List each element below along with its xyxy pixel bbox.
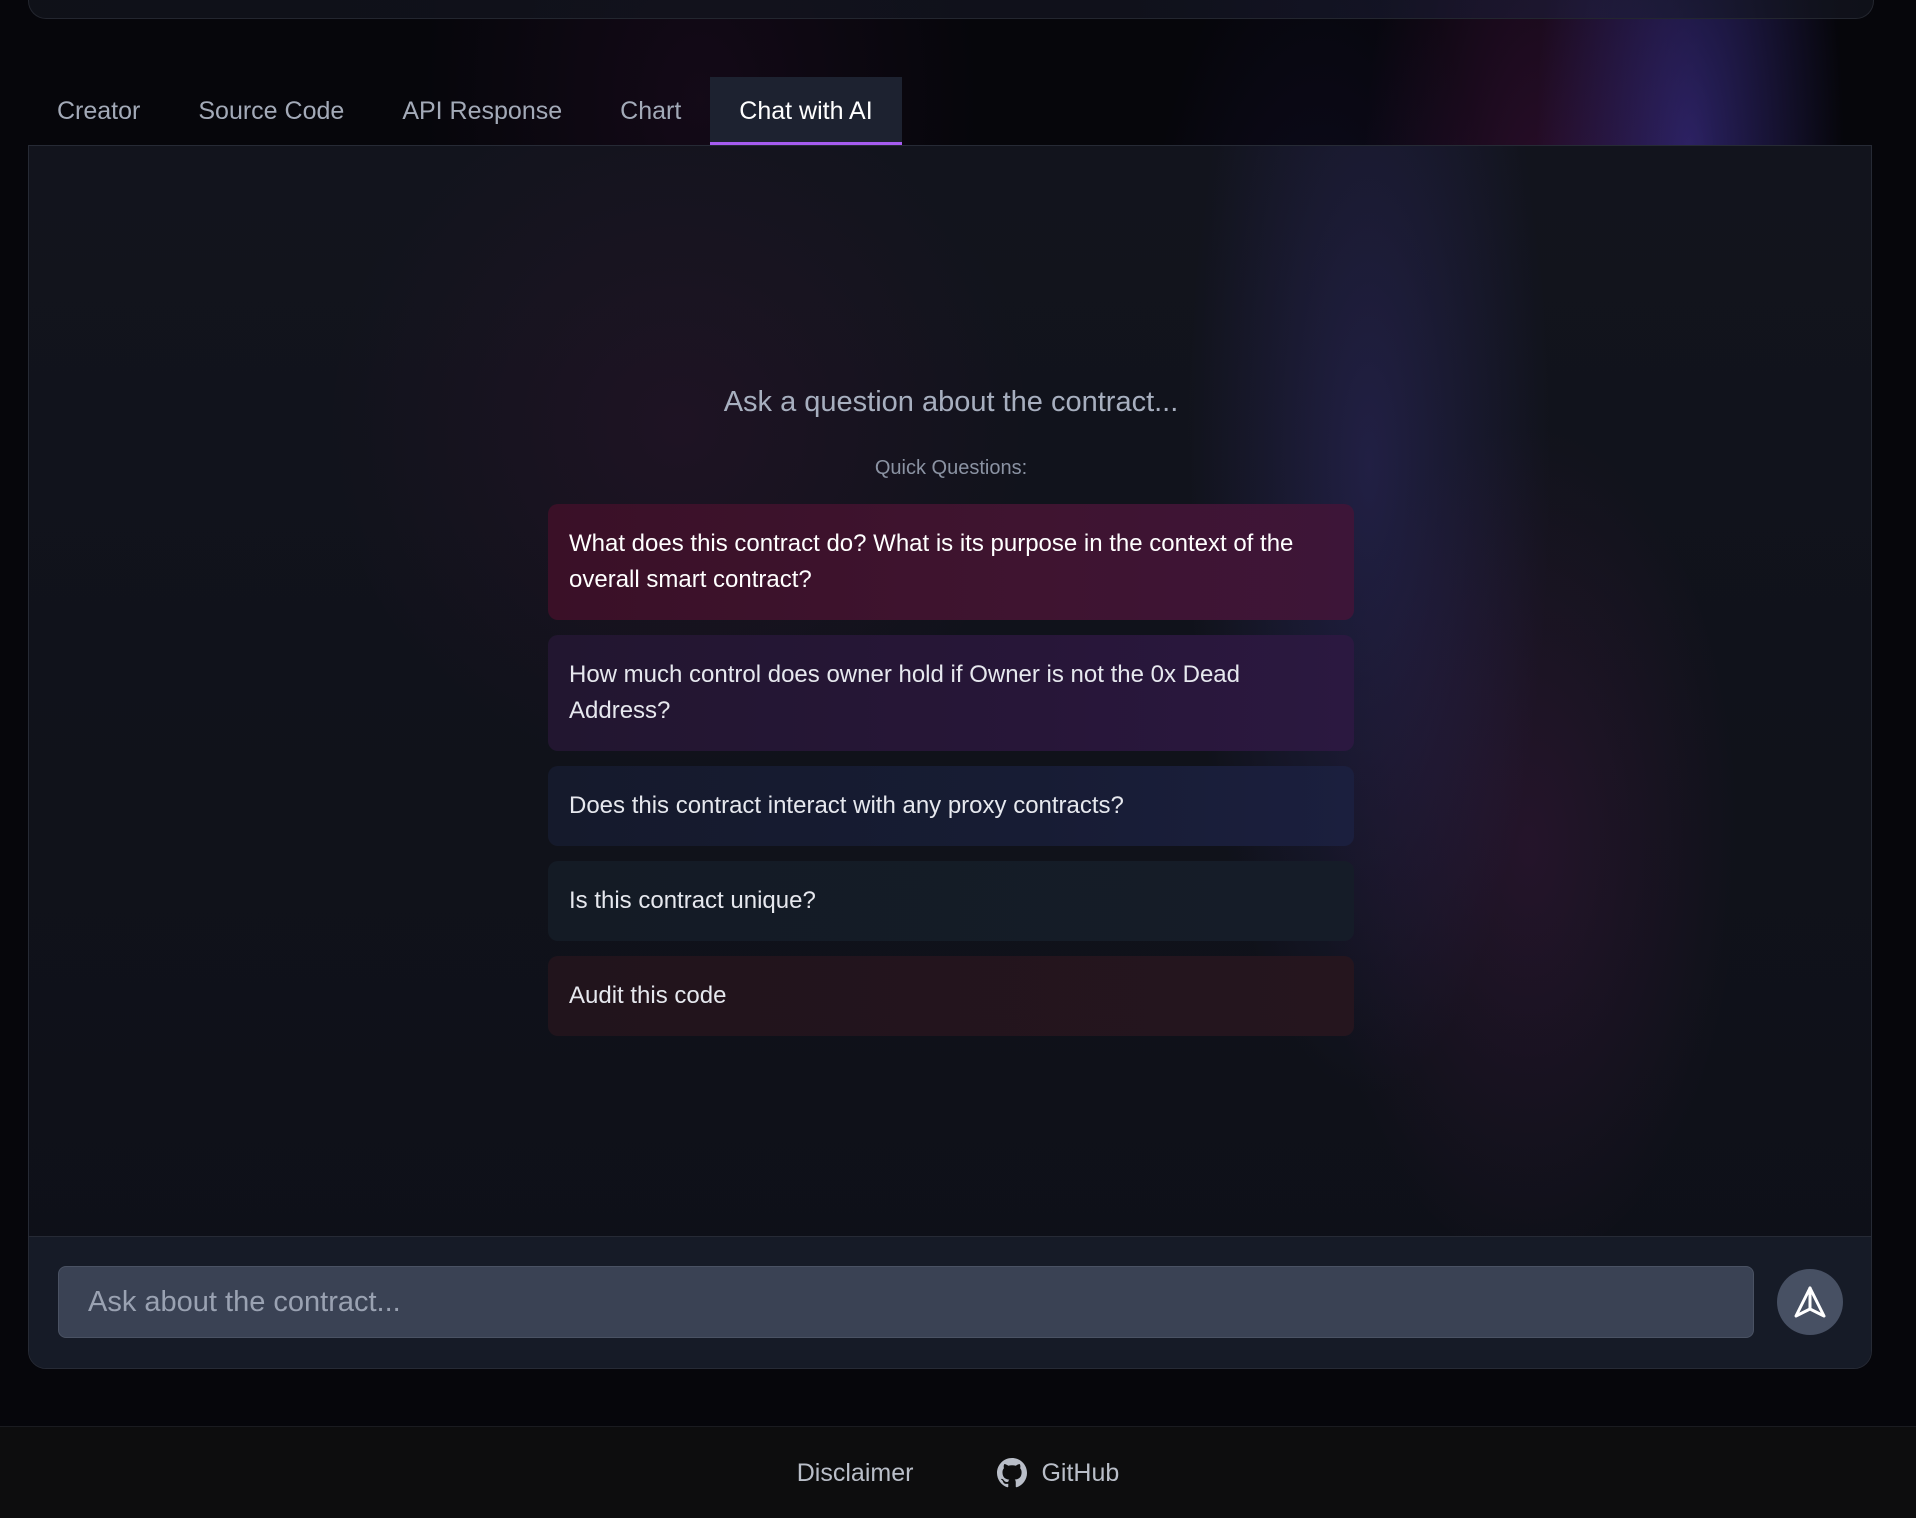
top-card xyxy=(28,0,1874,19)
chat-panel: Ask a question about the contract... Qui… xyxy=(28,145,1872,1369)
quick-question-proxy[interactable]: Does this contract interact with any pro… xyxy=(548,766,1354,846)
github-link[interactable]: GitHub xyxy=(997,1458,1119,1488)
quick-question-purpose[interactable]: What does this contract do? What is its … xyxy=(548,504,1354,620)
disclaimer-link[interactable]: Disclaimer xyxy=(797,1459,914,1488)
footer: Disclaimer GitHub xyxy=(0,1426,1916,1518)
quick-questions-label: Quick Questions: xyxy=(874,457,1028,479)
tab-chart[interactable]: Chart xyxy=(591,77,710,145)
tab-bar: Creator Source Code API Response Chart C… xyxy=(28,77,902,145)
send-button[interactable] xyxy=(1777,1269,1843,1335)
quick-question-owner-control[interactable]: How much control does owner hold if Owne… xyxy=(548,635,1354,751)
chat-input-bar xyxy=(29,1236,1871,1368)
chat-input[interactable] xyxy=(58,1266,1754,1338)
tab-api-response[interactable]: API Response xyxy=(373,77,591,145)
quick-questions-list: What does this contract do? What is its … xyxy=(548,504,1354,1051)
tab-chat-with-ai[interactable]: Chat with AI xyxy=(710,77,902,145)
page: Creator Source Code API Response Chart C… xyxy=(0,0,1916,1518)
quick-question-audit[interactable]: Audit this code xyxy=(548,956,1354,1036)
github-icon xyxy=(997,1458,1028,1488)
tab-source-code[interactable]: Source Code xyxy=(169,77,373,145)
send-icon xyxy=(1794,1286,1826,1318)
quick-question-unique[interactable]: Is this contract unique? xyxy=(548,861,1354,941)
tab-creator[interactable]: Creator xyxy=(28,77,169,145)
chat-prompt: Ask a question about the contract... xyxy=(723,386,1179,418)
github-label: GitHub xyxy=(1041,1458,1120,1487)
